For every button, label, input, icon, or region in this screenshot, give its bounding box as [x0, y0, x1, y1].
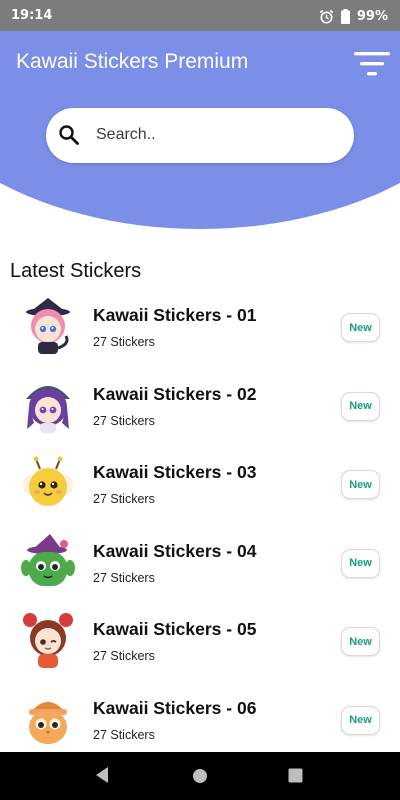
new-badge: New — [341, 705, 380, 735]
alarm-icon — [319, 9, 334, 23]
sticker-count: 27 Stickers — [93, 492, 155, 506]
sticker-count: 27 Stickers — [93, 335, 155, 349]
sticker-pack-item[interactable]: Kawaii Stickers - 01 27 Stickers New — [0, 295, 400, 374]
sticker-count: 27 Stickers — [93, 727, 155, 742]
app-title: Kawaii Stickers Premium — [16, 50, 249, 73]
sticker-pack-item[interactable]: Kawaii Stickers - 03 27 Stickers New — [0, 452, 400, 531]
sticker-pack-item[interactable]: Kawaii Stickers - 05 27 Stickers New — [0, 609, 400, 688]
sticker-list: Kawaii Stickers - 01 27 Stickers New Kaw… — [0, 295, 400, 766]
yellow-bug-sticker — [23, 456, 73, 506]
new-badge: New — [341, 313, 380, 342]
red-bun-girl-sticker — [23, 613, 73, 668]
sticker-pack-title: Kawaii Stickers - 02 — [93, 383, 257, 404]
status-bar: 19:14 99% — [0, 0, 400, 31]
purple-hair-girl-sticker — [26, 385, 70, 433]
new-badge: New — [341, 391, 380, 421]
section-title: Latest Stickers — [10, 260, 142, 282]
sticker-pack-title: Kawaii Stickers - 03 — [93, 462, 257, 482]
sticker-pack-item[interactable]: Kawaii Stickers - 04 27 Stickers New — [0, 531, 400, 610]
sticker-pack-title: Kawaii Stickers - 05 — [93, 619, 257, 639]
sticker-count: 27 Stickers — [93, 570, 155, 585]
recents-icon[interactable] — [288, 768, 303, 783]
sticker-count: 27 Stickers — [93, 413, 155, 428]
new-badge: New — [341, 548, 380, 578]
battery-percent: 99% — [356, 8, 388, 24]
sticker-pack-item[interactable]: Kawaii Stickers - 02 27 Stickers New — [0, 374, 400, 453]
search-bar[interactable] — [46, 108, 354, 163]
sticker-pack-title: Kawaii Stickers - 01 — [93, 305, 257, 325]
system-nav-bar — [0, 752, 400, 800]
cat-witch-girl-sticker — [26, 298, 70, 354]
status-icons: 99% — [319, 6, 388, 26]
orange-owl-sticker — [29, 701, 67, 744]
search-input[interactable] — [96, 120, 336, 150]
new-badge: New — [341, 627, 380, 656]
new-badge: New — [341, 470, 380, 499]
back-icon[interactable] — [94, 766, 110, 784]
sticker-count: 27 Stickers — [93, 649, 155, 663]
search-icon — [59, 125, 79, 145]
filter-menu-button[interactable] — [352, 49, 392, 79]
battery-icon — [340, 8, 350, 24]
cactus-witch-sticker — [21, 533, 75, 586]
status-time: 19:14 — [11, 8, 53, 23]
sticker-pack-title: Kawaii Stickers - 06 — [93, 697, 257, 718]
home-icon[interactable] — [192, 768, 208, 784]
filter-menu-icon — [354, 52, 390, 76]
sticker-pack-title: Kawaii Stickers - 04 — [93, 540, 257, 561]
